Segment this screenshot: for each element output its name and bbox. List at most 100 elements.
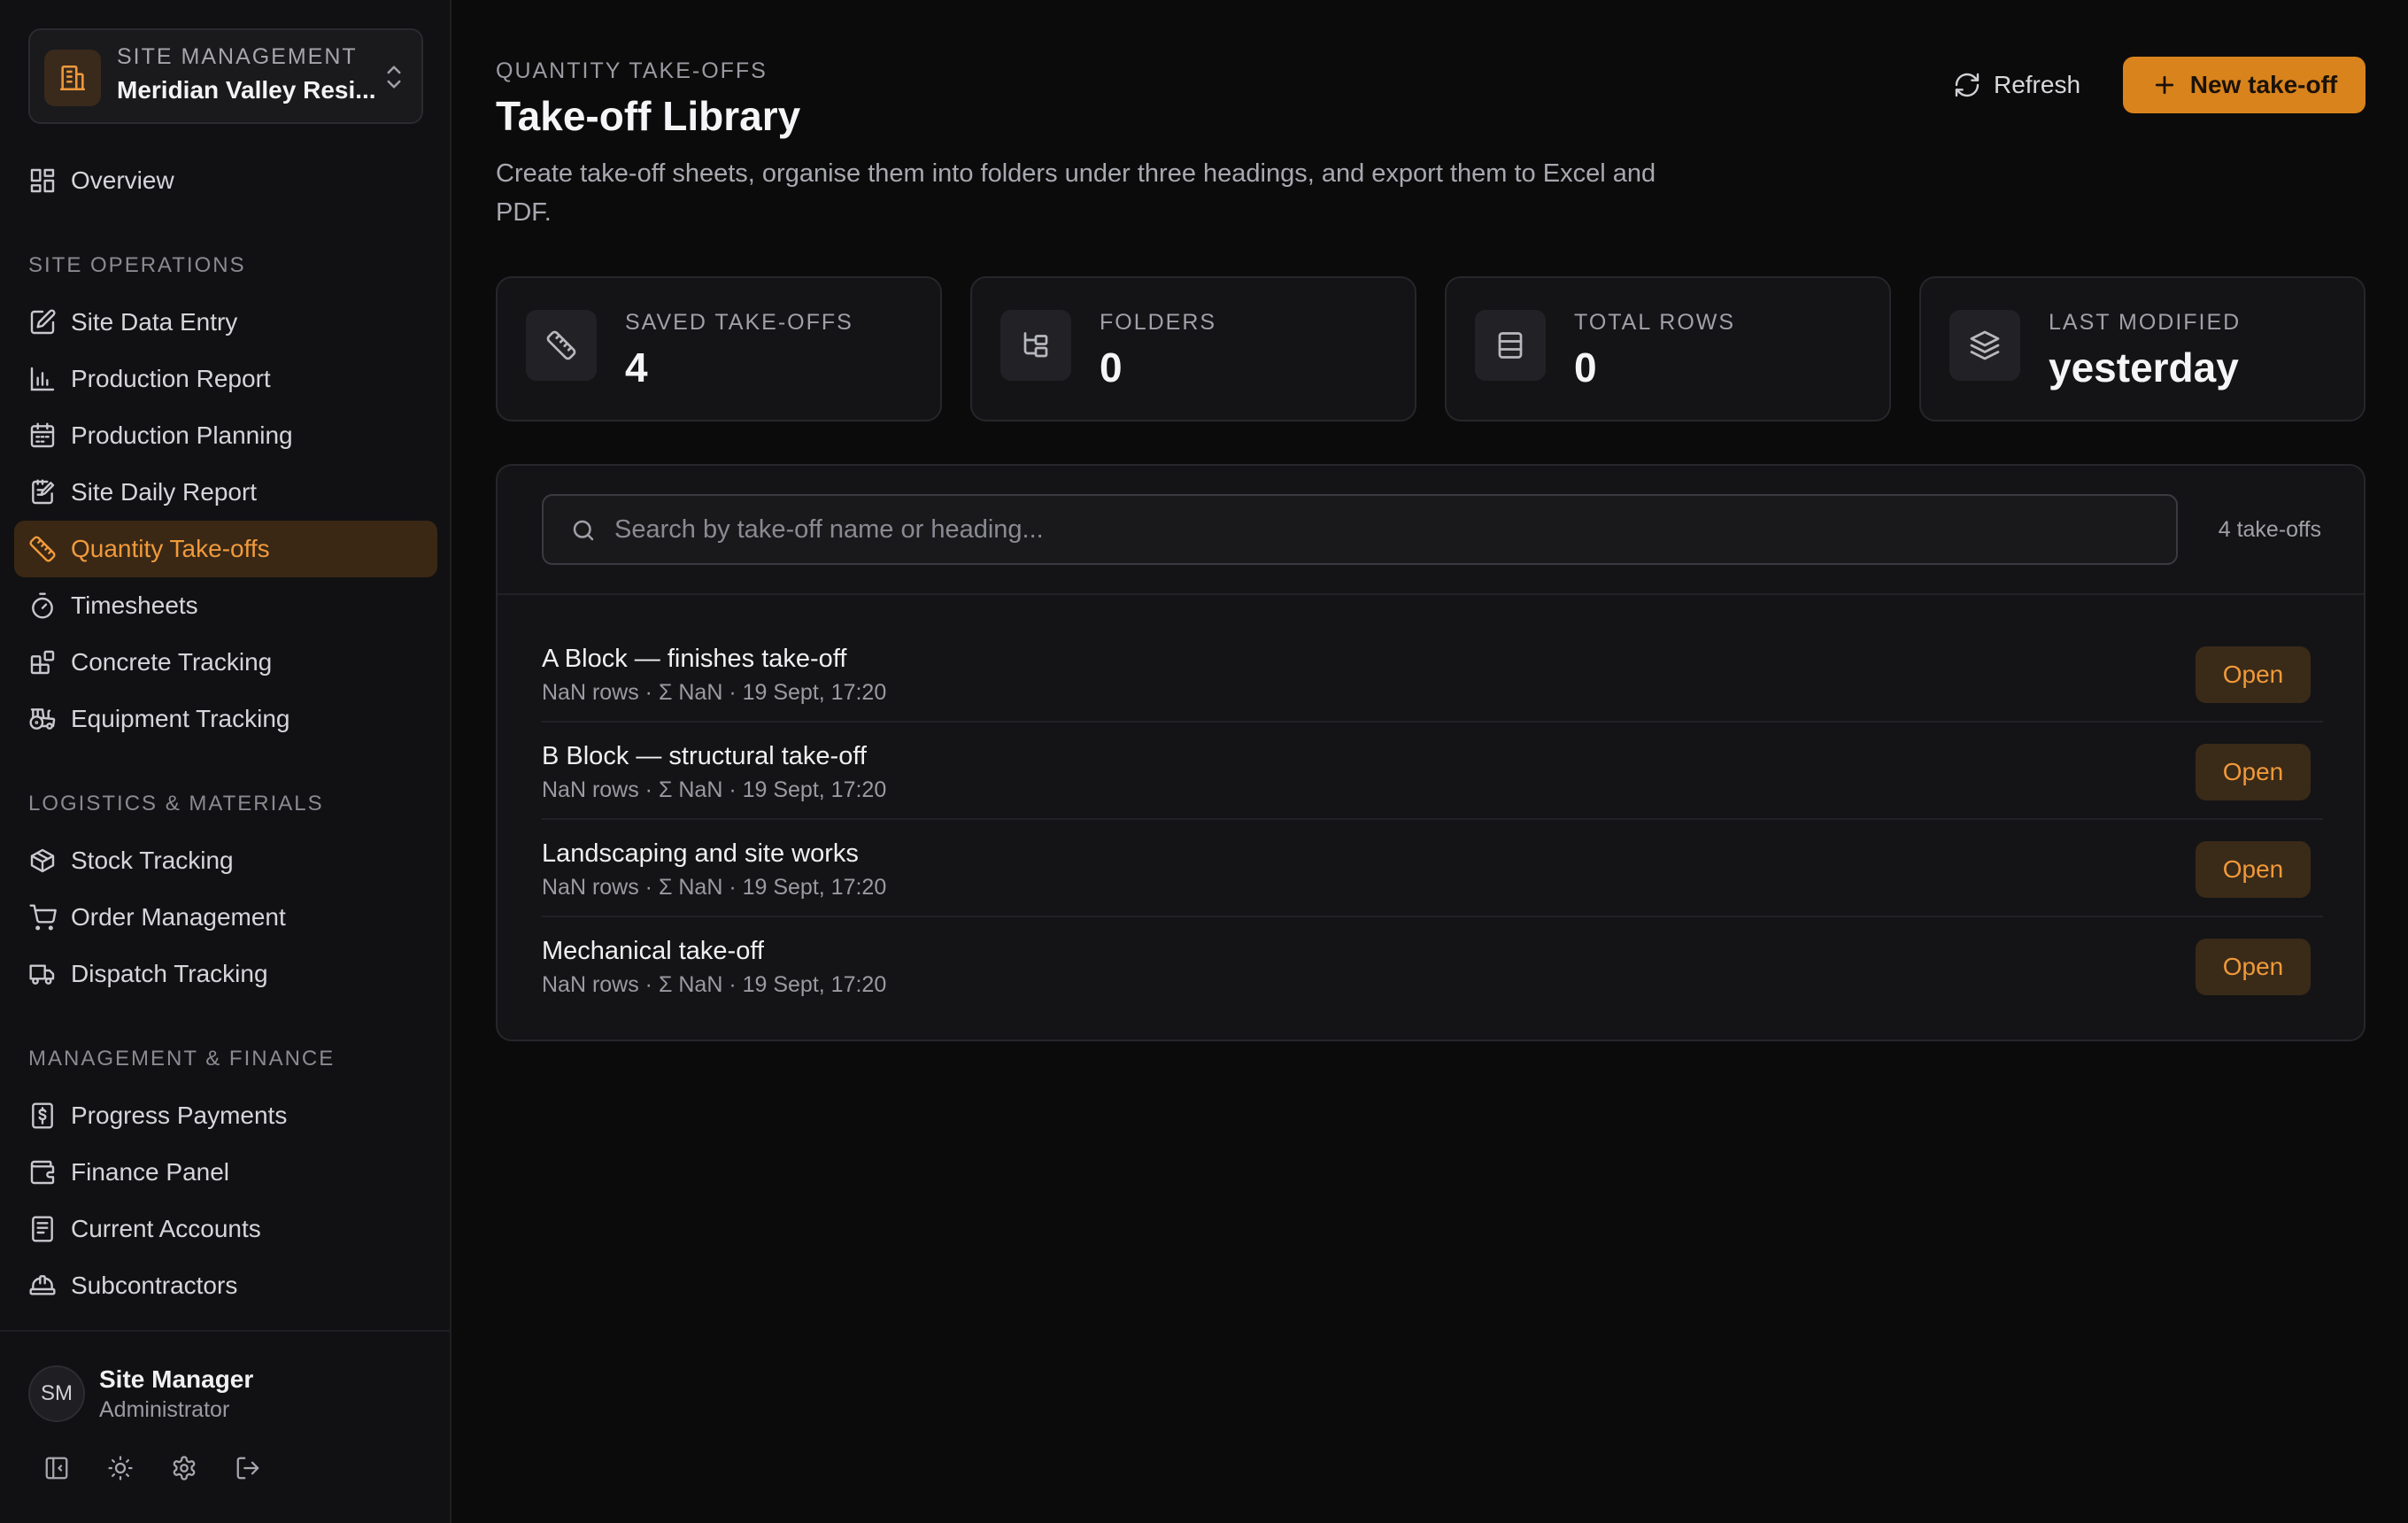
nav-section-title: MANAGEMENT & FINANCE [28, 1047, 336, 1071]
rows-icon [1475, 310, 1546, 381]
sidebar-item-site-data-entry[interactable]: Site Data Entry [14, 294, 437, 351]
sidebar-item-timesheets[interactable]: Timesheets [14, 577, 437, 634]
sidebar: SITE MANAGEMENT Meridian Valley Resi... … [0, 0, 452, 1523]
sidebar-item-label: Timesheets [71, 591, 198, 619]
sidebar-item-current-accounts[interactable]: Current Accounts [14, 1201, 437, 1257]
sidebar-item-site-daily-report[interactable]: Site Daily Report [14, 464, 437, 521]
sidebar-item-label: Site Data Entry [71, 308, 238, 336]
grid-icon [30, 168, 55, 193]
sidebar-item-stock-tracking[interactable]: Stock Tracking [14, 832, 437, 889]
search-input[interactable] [614, 496, 2155, 563]
avatar[interactable]: SM [28, 1365, 85, 1422]
page-title: Take-off Library [496, 93, 801, 139]
sidebar-item-concrete-tracking[interactable]: Concrete Tracking [14, 634, 437, 691]
folder-tree-icon [1000, 310, 1071, 381]
sidebar-item-label: Stock Tracking [71, 847, 234, 874]
nav-section-title: SITE OPERATIONS [28, 253, 246, 277]
sidebar-item-label: Production Planning [71, 421, 293, 449]
take-off-list-panel: 4 take-offs A Block — finishes take-off … [496, 464, 2366, 1041]
stat-label: FOLDERS [1100, 310, 1217, 335]
sidebar-item-label: Subcontractors [71, 1272, 238, 1299]
log-out-icon[interactable] [230, 1450, 266, 1486]
list-item[interactable]: Mechanical take-off NaN rows · Σ NaN · 1… [542, 917, 2323, 1015]
page-description: Create take-off sheets, organise them in… [496, 159, 1656, 227]
timer-icon [32, 592, 53, 619]
stat-label: TOTAL ROWS [1574, 310, 1736, 335]
sidebar-item-production-report[interactable]: Production Report [14, 351, 437, 407]
stat-value: yesterday [2049, 344, 2239, 390]
ruler-icon [526, 310, 597, 381]
sidebar-item-overview[interactable]: Overview [14, 152, 437, 209]
sidebar-item-dispatch-tracking[interactable]: Dispatch Tracking [14, 946, 437, 1002]
sidebar-item-subcontractors[interactable]: Subcontractors [14, 1257, 437, 1314]
dollar-receipt-icon [32, 1102, 53, 1129]
hard-hat-icon [29, 1275, 56, 1295]
stat-label: SAVED TAKE-OFFS [625, 310, 853, 335]
site-switcher[interactable]: SITE MANAGEMENT Meridian Valley Resi... [28, 28, 423, 124]
calendar-icon [30, 422, 55, 448]
stat-card-total-rows: TOTAL ROWS 0 [1445, 276, 1891, 421]
take-off-meta: NaN rows · Σ NaN · 19 Sept, 17:20 [542, 875, 887, 900]
wallet-icon [30, 1160, 55, 1185]
sidebar-item-production-planning[interactable]: Production Planning [14, 407, 437, 464]
list-item[interactable]: B Block — structural take-off NaN rows ·… [542, 723, 2323, 820]
ruler-icon [29, 536, 56, 562]
sidebar-footer: SM Site Manager Administrator [0, 1330, 450, 1523]
blocks-icon [30, 650, 55, 675]
take-off-count: 4 take-offs [2218, 517, 2321, 542]
truck-icon [29, 964, 55, 985]
sidebar-item-label: Dispatch Tracking [71, 960, 268, 987]
take-off-meta: NaN rows · Σ NaN · 19 Sept, 17:20 [542, 777, 887, 802]
sidebar-item-label: Order Management [71, 903, 286, 931]
new-take-off-button[interactable]: New take-off [2123, 57, 2366, 113]
nav-section-title: LOGISTICS & MATERIALS [28, 792, 324, 816]
refresh-icon [1955, 73, 1980, 97]
tractor-icon [29, 708, 56, 730]
take-off-name: Landscaping and site works [542, 839, 859, 868]
stat-card-last-modified: LAST MODIFIED yesterday [1919, 276, 2366, 421]
page-eyebrow: QUANTITY TAKE-OFFS [496, 58, 768, 83]
bar-chart-icon [30, 367, 55, 391]
sidebar-item-finance-panel[interactable]: Finance Panel [14, 1144, 437, 1201]
take-off-name: A Block — finishes take-off [542, 645, 847, 673]
open-button[interactable]: Open [2196, 744, 2311, 800]
new-take-off-label: New take-off [2189, 71, 2338, 98]
stat-value: 0 [1100, 344, 1123, 390]
search-box[interactable] [542, 494, 2178, 565]
stat-value: 0 [1574, 344, 1597, 390]
user-role: Administrator [99, 1397, 230, 1422]
take-off-name: B Block — structural take-off [542, 742, 867, 770]
list-item[interactable]: Landscaping and site works NaN rows · Σ … [542, 820, 2323, 917]
edit-icon [30, 309, 56, 335]
sidebar-item-quantity-take-offs[interactable]: Quantity Take-offs [14, 521, 437, 577]
refresh-label: Refresh [1993, 71, 2081, 98]
chevrons-up-down-icon [381, 60, 407, 94]
sidebar-item-label: Progress Payments [71, 1102, 288, 1129]
sidebar-item-label: Quantity Take-offs [71, 535, 270, 562]
switcher-label: SITE MANAGEMENT [117, 44, 358, 69]
collapse-sidebar-icon[interactable] [39, 1450, 74, 1486]
sidebar-item-label: Equipment Tracking [71, 705, 290, 732]
cart-icon [29, 904, 57, 931]
list-item[interactable]: A Block — finishes take-off NaN rows · Σ… [542, 625, 2323, 723]
open-button[interactable]: Open [2196, 939, 2311, 995]
refresh-button[interactable]: Refresh [1939, 57, 2095, 113]
ledger-icon [32, 1216, 53, 1242]
open-button[interactable]: Open [2196, 646, 2311, 703]
sidebar-item-progress-payments[interactable]: Progress Payments [14, 1087, 437, 1144]
stat-card-saved-take-offs: SAVED TAKE-OFFS 4 [496, 276, 942, 421]
gear-icon[interactable] [166, 1450, 202, 1486]
sun-icon[interactable] [103, 1450, 138, 1486]
stat-value: 4 [625, 344, 648, 390]
open-button[interactable]: Open [2196, 841, 2311, 898]
sidebar-item-order-management[interactable]: Order Management [14, 889, 437, 946]
sidebar-item-equipment-tracking[interactable]: Equipment Tracking [14, 691, 437, 747]
sidebar-item-label: Production Report [71, 365, 271, 392]
sidebar-item-label: Finance Panel [71, 1158, 230, 1186]
take-off-meta: NaN rows · Σ NaN · 19 Sept, 17:20 [542, 680, 887, 705]
user-name: Site Manager [99, 1365, 254, 1393]
plus-icon [2155, 75, 2173, 95]
notepad-icon [32, 479, 55, 505]
stat-label: LAST MODIFIED [2049, 310, 2242, 335]
sidebar-item-label: Concrete Tracking [71, 648, 273, 676]
